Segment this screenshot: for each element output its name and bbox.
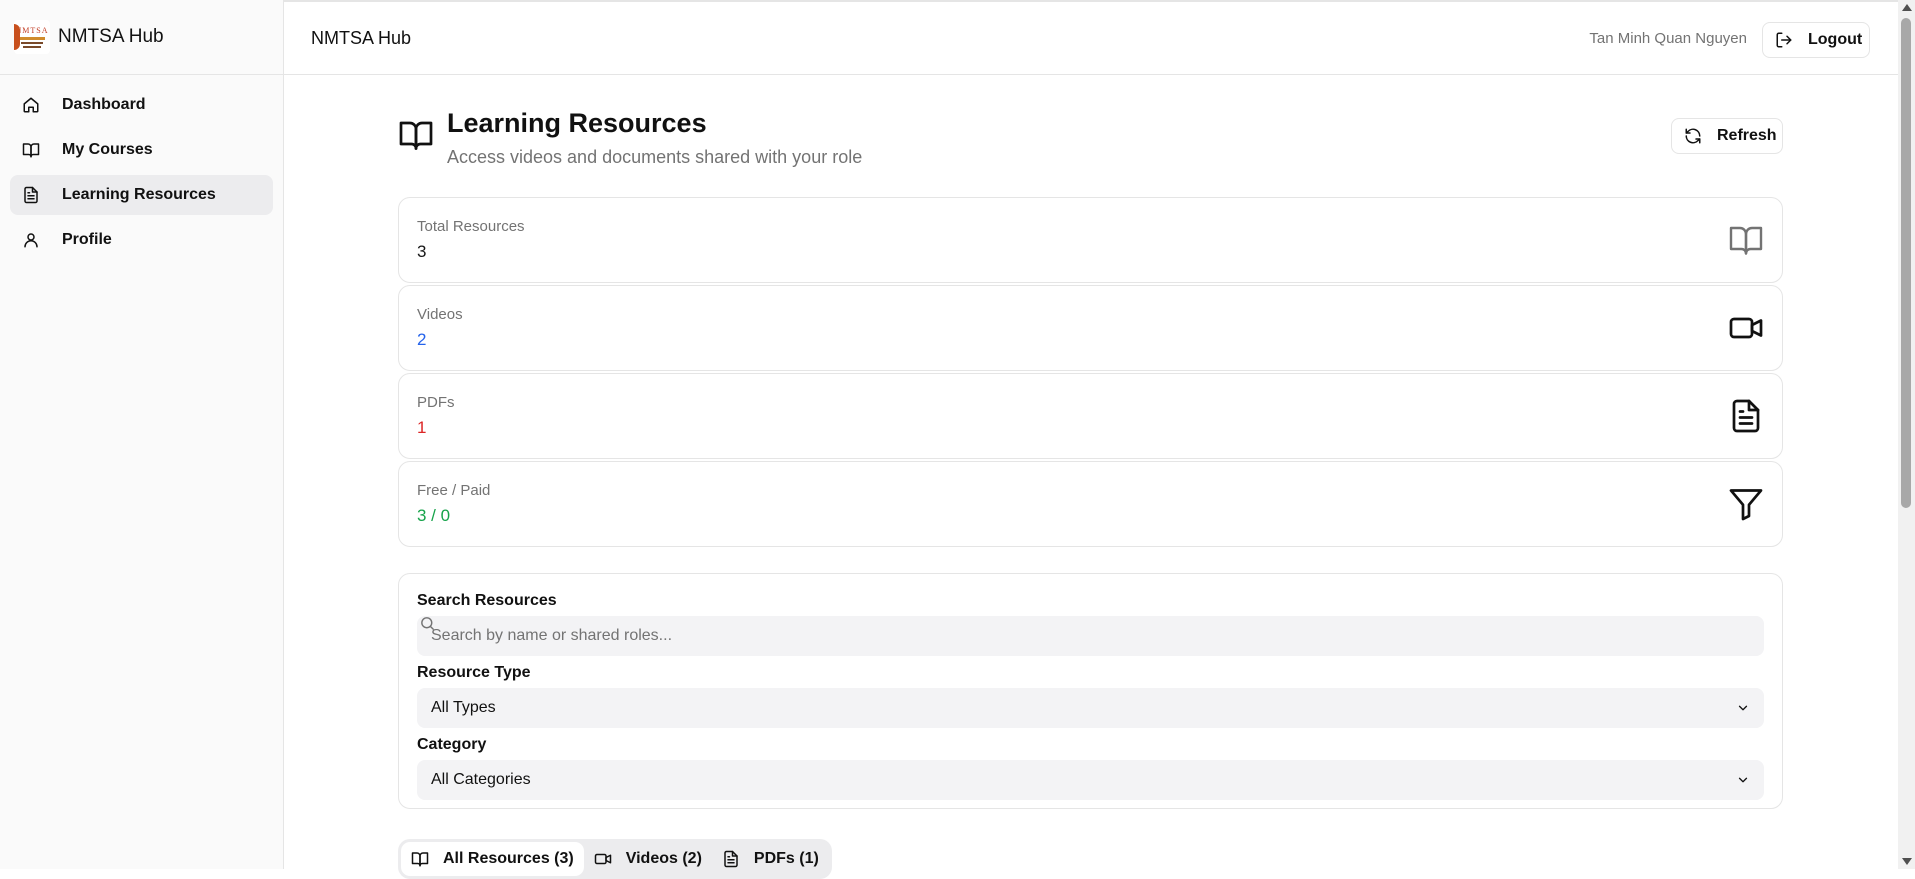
sidebar-nav: Dashboard My Courses Learning Resources … (0, 75, 283, 275)
stat-card-free-paid: Free / Paid 3 / 0 (398, 461, 1783, 547)
chevron-down-icon (1738, 705, 1748, 711)
file-text-icon (22, 186, 40, 204)
category-select[interactable]: All Categories (417, 760, 1764, 800)
stat-label: PDFs (417, 394, 455, 411)
stat-label: Videos (417, 306, 463, 323)
tab-label: PDFs (1) (753, 850, 819, 867)
search-input[interactable] (417, 616, 1764, 656)
logout-icon (1776, 32, 1792, 48)
resource-type-value: All Types (431, 699, 496, 716)
file-text-icon (724, 850, 738, 868)
resource-tabs: All Resources (3) Videos (2) PDFs (1) (398, 839, 832, 879)
stat-card-videos: Videos 2 (398, 285, 1783, 371)
refresh-button[interactable]: Refresh (1671, 118, 1783, 154)
page-subtitle: Access videos and documents shared with … (447, 147, 863, 167)
book-open-icon (1729, 226, 1763, 255)
page-header: Learning Resources Access videos and doc… (398, 75, 1783, 197)
sidebar: NMTSA NMTSA Hub Dashboard My Courses Lea… (0, 0, 284, 869)
logout-label: Logout (1808, 31, 1863, 48)
video-icon (594, 853, 611, 865)
chevron-down-icon (1738, 777, 1748, 783)
resource-type-select[interactable]: All Types (417, 688, 1764, 728)
brand-name: NMTSA Hub (58, 26, 164, 47)
stat-card-total-resources: Total Resources 3 (398, 197, 1783, 283)
page-title: Learning Resources (447, 108, 707, 138)
stat-value: 3 (417, 242, 427, 261)
refresh-label: Refresh (1717, 127, 1777, 144)
book-open-icon (22, 141, 40, 159)
scroll-thumb[interactable] (1901, 18, 1911, 508)
tab-label: All Resources (3) (443, 850, 574, 867)
search-icon (421, 617, 434, 630)
user-name: Tan Minh Quan Nguyen (1589, 29, 1747, 47)
main-content: Learning Resources Access videos and doc… (398, 75, 1783, 879)
logout-button[interactable]: Logout (1762, 22, 1870, 58)
tab-all-resources[interactable]: All Resources (3) (401, 842, 584, 876)
sidebar-item-dashboard[interactable]: Dashboard (10, 85, 273, 125)
user-icon (22, 231, 40, 249)
top-bar: NMTSA Hub Tan Minh Quan Nguyen Logout (284, 0, 1915, 75)
sidebar-item-label: Profile (62, 231, 112, 248)
page-scrollbar[interactable] (1898, 0, 1915, 869)
scroll-down-arrow[interactable] (1902, 858, 1912, 865)
sidebar-item-label: Learning Resources (62, 186, 216, 203)
tab-label: Videos (2) (625, 850, 702, 867)
stat-value: 2 (417, 330, 427, 349)
filter-icon (1729, 489, 1763, 521)
stat-card-pdfs: PDFs 1 (398, 373, 1783, 459)
filters-panel: Search Resources Resource Type All Types… (398, 573, 1783, 809)
stat-label: Free / Paid (417, 482, 491, 499)
book-open-icon (399, 121, 433, 150)
nmtsa-logo: NMTSA (14, 20, 50, 54)
stat-label: Total Resources (417, 218, 525, 235)
sidebar-item-label: My Courses (62, 141, 153, 158)
search-field (417, 616, 1764, 656)
sidebar-item-my-courses[interactable]: My Courses (10, 130, 273, 170)
refresh-icon (1685, 128, 1701, 144)
category-value: All Categories (431, 771, 531, 788)
sidebar-item-learning-resources[interactable]: Learning Resources (10, 175, 273, 215)
category-label: Category (417, 736, 487, 753)
resource-type-label: Resource Type (417, 664, 531, 681)
sidebar-item-label: Dashboard (62, 96, 146, 113)
sidebar-brand[interactable]: NMTSA NMTSA Hub (0, 0, 283, 75)
file-text-icon (1732, 399, 1760, 433)
stat-value: 3 / 0 (417, 506, 451, 525)
book-open-icon (411, 852, 429, 867)
search-label: Search Resources (417, 592, 557, 609)
home-icon (22, 96, 40, 114)
sidebar-item-profile[interactable]: Profile (10, 220, 273, 260)
scroll-up-arrow[interactable] (1902, 4, 1912, 11)
stat-value: 1 (417, 418, 427, 437)
video-icon (1729, 317, 1763, 339)
topbar-title: NMTSA Hub (311, 27, 412, 48)
tab-pdfs[interactable]: PDFs (1) (712, 842, 829, 876)
tab-videos[interactable]: Videos (2) (584, 842, 712, 876)
